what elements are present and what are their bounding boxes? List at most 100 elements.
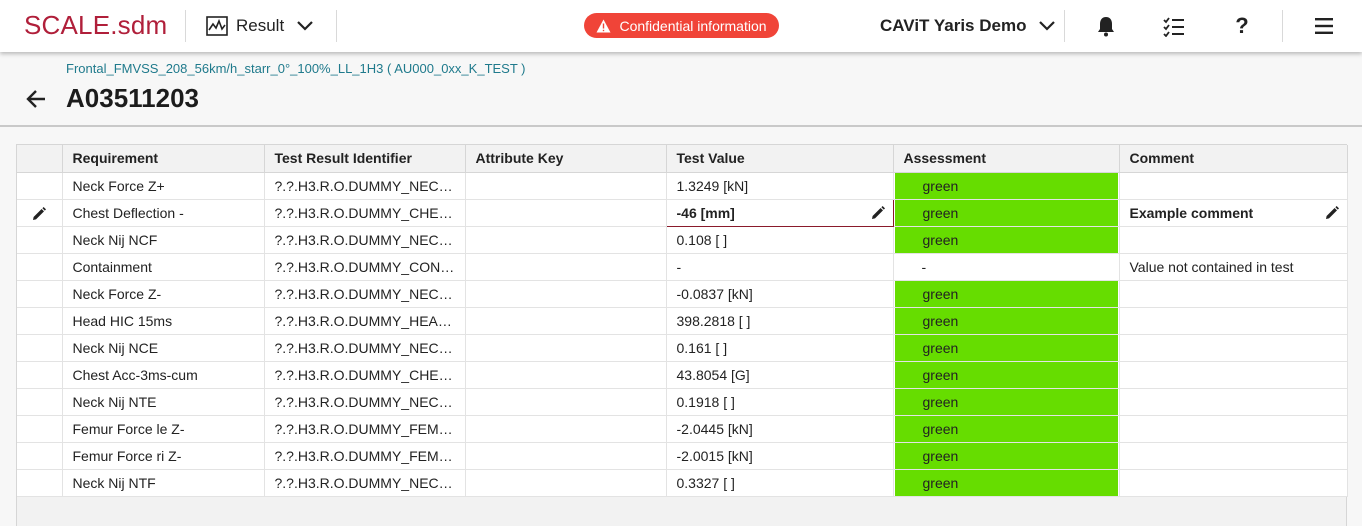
edit-cell xyxy=(17,253,63,281)
comment-cell[interactable]: Example comment xyxy=(1119,199,1348,227)
test-value-cell: 1.3249 [kN] xyxy=(666,172,894,200)
divider xyxy=(185,10,186,42)
requirement-cell: Neck Nij NTF xyxy=(62,469,265,497)
edit-cell xyxy=(17,388,63,416)
assessment-cell: green xyxy=(893,199,1120,227)
identifier-cell: ?.?.H3.R.O.DUMMY_FEMUR... xyxy=(264,442,466,470)
assessment-badge: green xyxy=(894,199,1118,225)
table-row[interactable]: Neck Nij NCF ?.?.H3.R.O.DUMMY_NECK_... 0… xyxy=(17,226,1348,254)
table-row[interactable]: Containment ?.?.H3.R.O.DUMMY_CONTA... - … xyxy=(17,253,1348,281)
assessment-badge: green xyxy=(894,469,1118,495)
column-header-identifier[interactable]: Test Result Identifier xyxy=(264,145,466,173)
assessment-badge: green xyxy=(894,172,1118,198)
attribute-cell xyxy=(465,361,667,389)
divider xyxy=(336,10,337,42)
results-table: Requirement Test Result Identifier Attri… xyxy=(17,145,1348,497)
test-value-cell-selected[interactable]: -46 [mm] xyxy=(665,198,894,227)
edit-cell xyxy=(17,442,63,470)
assessment-badge: green xyxy=(894,307,1118,333)
identifier-cell: ?.?.H3.R.O.DUMMY_NECK_... xyxy=(264,280,466,308)
edit-cell xyxy=(17,280,63,308)
table-row[interactable]: Neck Nij NCE ?.?.H3.R.O.DUMMY_NECK_... 0… xyxy=(17,334,1348,362)
edit-cell xyxy=(17,469,63,497)
breadcrumb[interactable]: Frontal_FMVSS_208_56km/h_starr_0°_100%_L… xyxy=(66,61,526,76)
column-header-assessment[interactable]: Assessment xyxy=(893,145,1120,173)
menu-icon xyxy=(1315,18,1333,34)
table-row[interactable]: Head HIC 15ms ?.?.H3.R.O.DUMMY_HEAD_... … xyxy=(17,307,1348,335)
assessment-cell: green xyxy=(893,226,1120,254)
test-value-cell: 43.8054 [G] xyxy=(666,361,894,389)
assessment-cell: green xyxy=(893,415,1120,443)
project-selector[interactable]: CAViT Yaris Demo xyxy=(880,13,1056,39)
test-value-cell: 0.3327 [ ] xyxy=(666,469,894,497)
result-menu-button[interactable]: Result xyxy=(206,13,314,39)
help-icon: ? xyxy=(1235,13,1249,38)
table-row[interactable]: Chest Acc-3ms-cum ?.?.H3.R.O.DUMMY_CHEST… xyxy=(17,361,1348,389)
assessment-text: - xyxy=(921,258,927,275)
table-row[interactable]: Neck Nij NTE ?.?.H3.R.O.DUMMY_NECK_... 0… xyxy=(17,388,1348,416)
edit-cell xyxy=(17,415,63,443)
bell-icon xyxy=(1098,17,1114,37)
back-arrow-icon[interactable] xyxy=(24,87,48,111)
tasks-button[interactable] xyxy=(1162,14,1186,38)
attribute-cell xyxy=(465,388,667,416)
test-value-cell: -2.0445 [kN] xyxy=(666,415,894,443)
column-header-attribute-key[interactable]: Attribute Key xyxy=(465,145,667,173)
table-row[interactable]: Femur Force ri Z- ?.?.H3.R.O.DUMMY_FEMUR… xyxy=(17,442,1348,470)
attribute-cell xyxy=(465,253,667,281)
table-row[interactable]: Neck Force Z+ ?.?.H3.R.O.DUMMY_NECK_... … xyxy=(17,172,1348,200)
chevron-down-icon xyxy=(1039,21,1056,31)
identifier-cell: ?.?.H3.R.O.DUMMY_NECK_... xyxy=(264,334,466,362)
edit-cell xyxy=(17,307,63,335)
table-row[interactable]: Chest Deflection - ?.?.H3.R.O.DUMMY_CHES… xyxy=(17,198,1348,227)
test-value-cell: 0.1918 [ ] xyxy=(666,388,894,416)
pencil-icon[interactable] xyxy=(32,206,47,221)
app-logo[interactable]: SCALE.sdm xyxy=(24,10,167,41)
pencil-icon[interactable] xyxy=(871,205,885,220)
test-value-cell: -2.0015 [kN] xyxy=(666,442,894,470)
assessment-cell: - xyxy=(893,253,1120,281)
attribute-cell xyxy=(465,199,667,227)
assessment-badge: green xyxy=(894,334,1118,360)
identifier-cell: ?.?.H3.R.O.DUMMY_NECK_... xyxy=(264,226,466,254)
comment-cell xyxy=(1119,280,1348,308)
table-row[interactable]: Femur Force le Z- ?.?.H3.R.O.DUMMY_FEMUR… xyxy=(17,415,1348,443)
chevron-down-icon xyxy=(297,21,313,31)
column-header-comment[interactable]: Comment xyxy=(1119,145,1348,173)
attribute-cell xyxy=(465,334,667,362)
pencil-icon[interactable] xyxy=(1325,205,1339,220)
page-title: A03511203 xyxy=(66,83,200,113)
column-header-test-value[interactable]: Test Value xyxy=(666,145,894,173)
requirement-cell: Neck Nij NTE xyxy=(62,388,265,416)
comment-cell xyxy=(1119,469,1348,497)
notifications-button[interactable] xyxy=(1094,14,1118,38)
main-menu-button[interactable] xyxy=(1312,14,1336,38)
attribute-cell xyxy=(465,172,667,200)
help-button[interactable]: ? xyxy=(1230,14,1254,38)
identifier-cell: ?.?.H3.R.O.DUMMY_NECK_... xyxy=(264,469,466,497)
comment-cell xyxy=(1119,442,1348,470)
edit-cell xyxy=(17,334,63,362)
assessment-cell: green xyxy=(893,334,1120,362)
comment-cell xyxy=(1119,226,1348,254)
table-row[interactable]: Neck Nij NTF ?.?.H3.R.O.DUMMY_NECK_... 0… xyxy=(17,469,1348,497)
identifier-cell: ?.?.H3.R.O.DUMMY_NECK_... xyxy=(264,388,466,416)
test-value-cell: -0.0837 [kN] xyxy=(666,280,894,308)
assessment-cell: green xyxy=(893,307,1120,335)
top-bar: SCALE.sdm Result Confidential informatio… xyxy=(0,0,1362,52)
assessment-cell: green xyxy=(893,361,1120,389)
attribute-cell xyxy=(465,415,667,443)
requirement-cell: Neck Nij NCF xyxy=(62,226,265,254)
edit-cell xyxy=(17,199,63,227)
requirement-cell: Containment xyxy=(62,253,265,281)
table-row[interactable]: Neck Force Z- ?.?.H3.R.O.DUMMY_NECK_... … xyxy=(17,280,1348,308)
project-label: CAViT Yaris Demo xyxy=(880,16,1027,35)
test-value-cell: 398.2818 [ ] xyxy=(666,307,894,335)
edit-cell xyxy=(17,361,63,389)
identifier-cell: ?.?.H3.R.O.DUMMY_CHEST... xyxy=(264,199,466,227)
comment-cell xyxy=(1119,415,1348,443)
identifier-cell: ?.?.H3.R.O.DUMMY_NECK_... xyxy=(264,172,466,200)
identifier-cell: ?.?.H3.R.O.DUMMY_HEAD_... xyxy=(264,307,466,335)
column-header-requirement[interactable]: Requirement xyxy=(62,145,265,173)
identifier-cell: ?.?.H3.R.O.DUMMY_CHEST... xyxy=(264,361,466,389)
